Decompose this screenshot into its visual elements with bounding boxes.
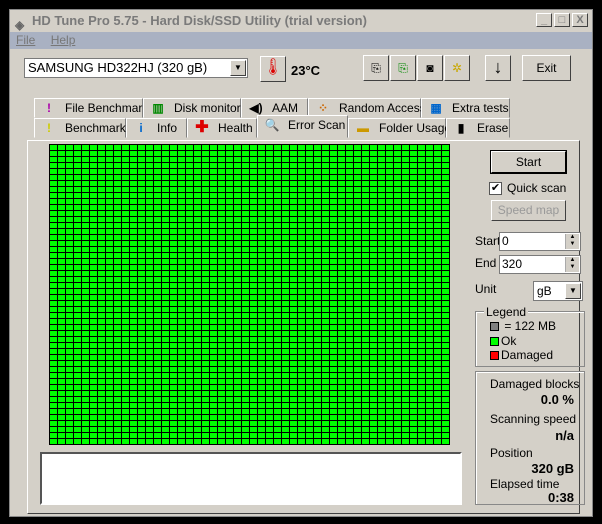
speed-map-button[interactable]: Speed map (491, 200, 566, 221)
minimize-button[interactable]: _ (536, 13, 552, 27)
block-swatch (490, 322, 499, 331)
tab-label: AAM (272, 101, 299, 115)
tab-label: Disk monitor (174, 101, 241, 115)
scan-block-map (49, 144, 450, 445)
legend-damaged: Damaged (490, 348, 553, 362)
exit-button[interactable]: Exit (522, 55, 571, 81)
end-input[interactable]: 320 ▲ ▼ (499, 255, 581, 274)
thermometer-icon[interactable]: 🌡 (260, 56, 286, 82)
elapsed-time-label: Elapsed time (490, 477, 560, 491)
copy-icon[interactable]: ⎘ (363, 55, 389, 81)
app-window: ◈ HD Tune Pro 5.75 - Hard Disk/SSD Utili… (9, 9, 593, 517)
start-label: Start (475, 234, 501, 248)
damaged-blocks-value: 0.0 % (540, 392, 574, 407)
unit-value: gB (537, 284, 552, 298)
tab-label: Random Access (339, 101, 426, 115)
unit-label: Unit (475, 282, 497, 296)
extra-tests-icon: ▦ (430, 101, 442, 115)
position-value: 320 gB (531, 461, 574, 476)
quick-scan-checkbox[interactable]: ✔ (489, 182, 502, 195)
end-spinner[interactable]: ▲ ▼ (565, 257, 579, 272)
stats-group: Damaged blocks 0.0 % Scanning speed n/a … (475, 371, 585, 505)
health-cross-icon: ✚ (195, 119, 209, 136)
tab-benchmark[interactable]: ! Benchmark (34, 118, 126, 138)
close-button[interactable]: X (572, 13, 588, 27)
title-bar: ◈ HD Tune Pro 5.75 - Hard Disk/SSD Utili… (10, 10, 592, 32)
end-value: 320 (502, 257, 523, 271)
window-title: HD Tune Pro 5.75 - Hard Disk/SSD Utility… (32, 13, 367, 28)
menu-bar: File Help (10, 32, 592, 49)
benchmark-icon: ! (47, 121, 51, 135)
scanning-speed-value: n/a (555, 428, 574, 443)
tab-label: Folder Usage (379, 121, 452, 135)
elapsed-time-value: 0:38 (547, 490, 574, 505)
trash-icon: ▮ (457, 121, 465, 135)
tab-folder-usage[interactable]: ▬ Folder Usage (348, 118, 451, 138)
legend-title: Legend (484, 305, 529, 319)
error-scan-panel: Start ✔ Quick scan Speed map Start 0 ▲ ▼ E… (27, 140, 585, 514)
quick-scan-label: Quick scan (507, 181, 567, 195)
legend-block: = 122 MB (490, 319, 556, 333)
unit-select[interactable]: gB ▼ (533, 281, 583, 301)
start-input[interactable]: 0 ▲ ▼ (499, 232, 581, 251)
legend-block-label: = 122 MB (504, 319, 557, 333)
toolbar: SAMSUNG HD322HJ (320 gB) ▼ 🌡 23°C ⎘ ⎘ ◙ … (10, 49, 592, 99)
scanning-speed-label: Scanning speed (490, 412, 577, 426)
magnifier-icon: 🔍 (264, 118, 280, 132)
end-label: End (475, 256, 497, 270)
tab-erase[interactable]: ▮ Erase (446, 118, 510, 138)
tab-extra-tests[interactable]: ▦ Extra tests (421, 98, 510, 118)
camera-icon[interactable]: ◙ (417, 55, 443, 81)
tab-label: Info (157, 121, 178, 135)
copy-all-icon[interactable]: ⎘ (390, 55, 416, 81)
tab-file-benchmark[interactable]: ! File Benchmark (34, 98, 148, 118)
damaged-swatch (490, 351, 499, 360)
start-spinner[interactable]: ▲ ▼ (565, 234, 579, 249)
tab-label: Health (218, 121, 253, 135)
tab-label: File Benchmark (65, 101, 149, 115)
folder-icon: ▬ (357, 121, 369, 135)
down-arrow-icon[interactable]: ↓ (485, 55, 511, 81)
drive-select-value: SAMSUNG HD322HJ (320 gB) (28, 60, 208, 75)
start-button[interactable]: Start (490, 150, 567, 174)
tab-bar: ! File Benchmark ▥ Disk monitor ◀) AAM ⁘ Ran… (34, 98, 576, 140)
drive-select[interactable]: SAMSUNG HD322HJ (320 gB) ▼ (24, 58, 248, 78)
tab-error-scan[interactable]: 🔍 Error Scan (257, 115, 348, 138)
tab-label: Benchmark (65, 121, 126, 135)
menu-file[interactable]: File (16, 33, 35, 47)
damaged-blocks-label: Damaged blocks (490, 377, 580, 391)
disk-monitor-icon: ▥ (152, 101, 164, 115)
tab-label: Erase (477, 121, 509, 135)
options-icon[interactable]: ✲ (444, 55, 470, 81)
maximize-button[interactable]: □ (554, 13, 570, 27)
info-icon: i (139, 121, 143, 135)
chevron-down-icon[interactable]: ▼ (230, 60, 246, 76)
menu-help[interactable]: Help (51, 33, 76, 47)
tab-label: Extra tests (452, 101, 509, 115)
tab-health[interactable]: ✚ Health (187, 118, 257, 138)
temperature: 23°C (291, 63, 321, 78)
ok-swatch (490, 337, 499, 346)
legend-damaged-label: Damaged (501, 348, 554, 362)
file-benchmark-icon: ! (47, 101, 51, 115)
start-value: 0 (502, 234, 509, 248)
scan-controls: Start ✔ Quick scan Speed map Start 0 ▲ ▼ E… (475, 141, 585, 511)
legend-ok-label: Ok (501, 334, 517, 348)
tab-disk-monitor[interactable]: ▥ Disk monitor (143, 98, 241, 118)
tab-label: Error Scan (288, 118, 346, 132)
log-area[interactable] (40, 452, 462, 505)
tab-info[interactable]: i Info (126, 118, 187, 138)
chevron-down-icon[interactable]: ▼ (565, 283, 581, 299)
position-label: Position (490, 446, 533, 460)
legend-ok: Ok (490, 334, 516, 348)
legend-group: Legend = 122 MB Ok Damaged (475, 305, 585, 367)
